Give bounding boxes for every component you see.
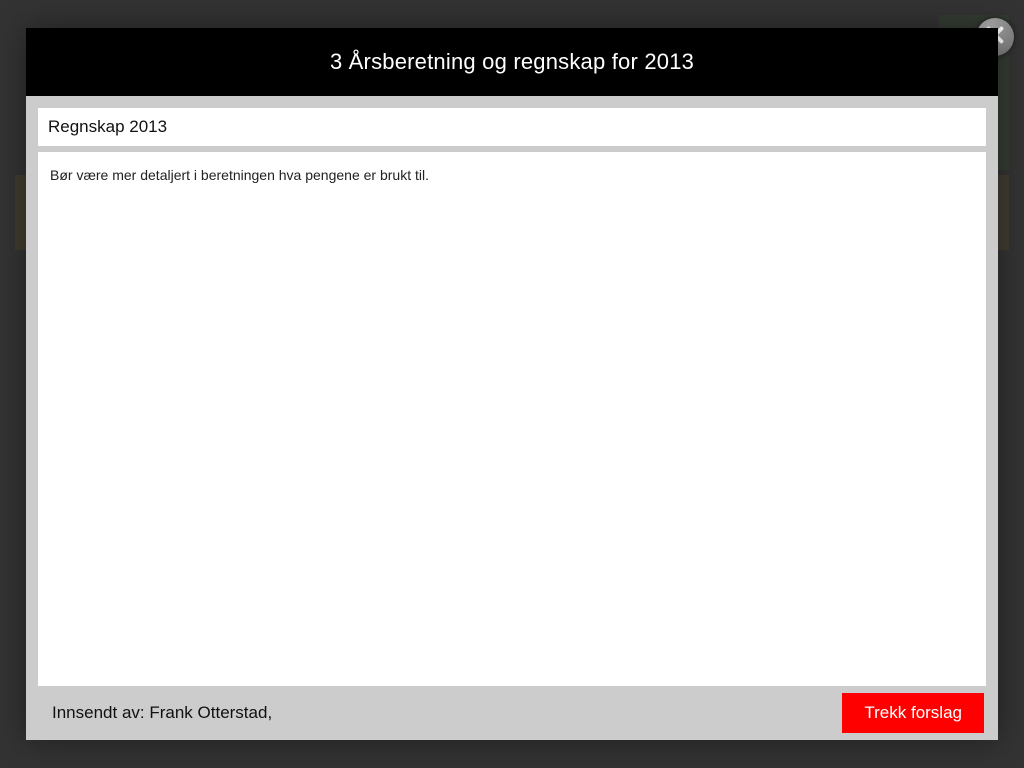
modal-titlebar: 3 Årsberetning og regnskap for 2013 xyxy=(26,28,998,96)
proposal-body: Bør være mer detaljert i beretningen hva… xyxy=(38,152,986,686)
modal-dialog: 3 Årsberetning og regnskap for 2013 Regn… xyxy=(26,28,998,740)
submitted-by: Innsendt av: Frank Otterstad, xyxy=(52,703,272,723)
modal-footer: Innsendt av: Frank Otterstad, Trekk fors… xyxy=(26,686,998,740)
modal-title: 3 Årsberetning og regnskap for 2013 xyxy=(330,49,694,75)
modal-body: Regnskap 2013 Bør være mer detaljert i b… xyxy=(26,96,998,686)
section-header: Regnskap 2013 xyxy=(38,108,986,146)
proposal-text: Bør være mer detaljert i beretningen hva… xyxy=(50,167,429,183)
section-title: Regnskap 2013 xyxy=(48,117,167,136)
withdraw-button[interactable]: Trekk forslag xyxy=(842,693,984,733)
